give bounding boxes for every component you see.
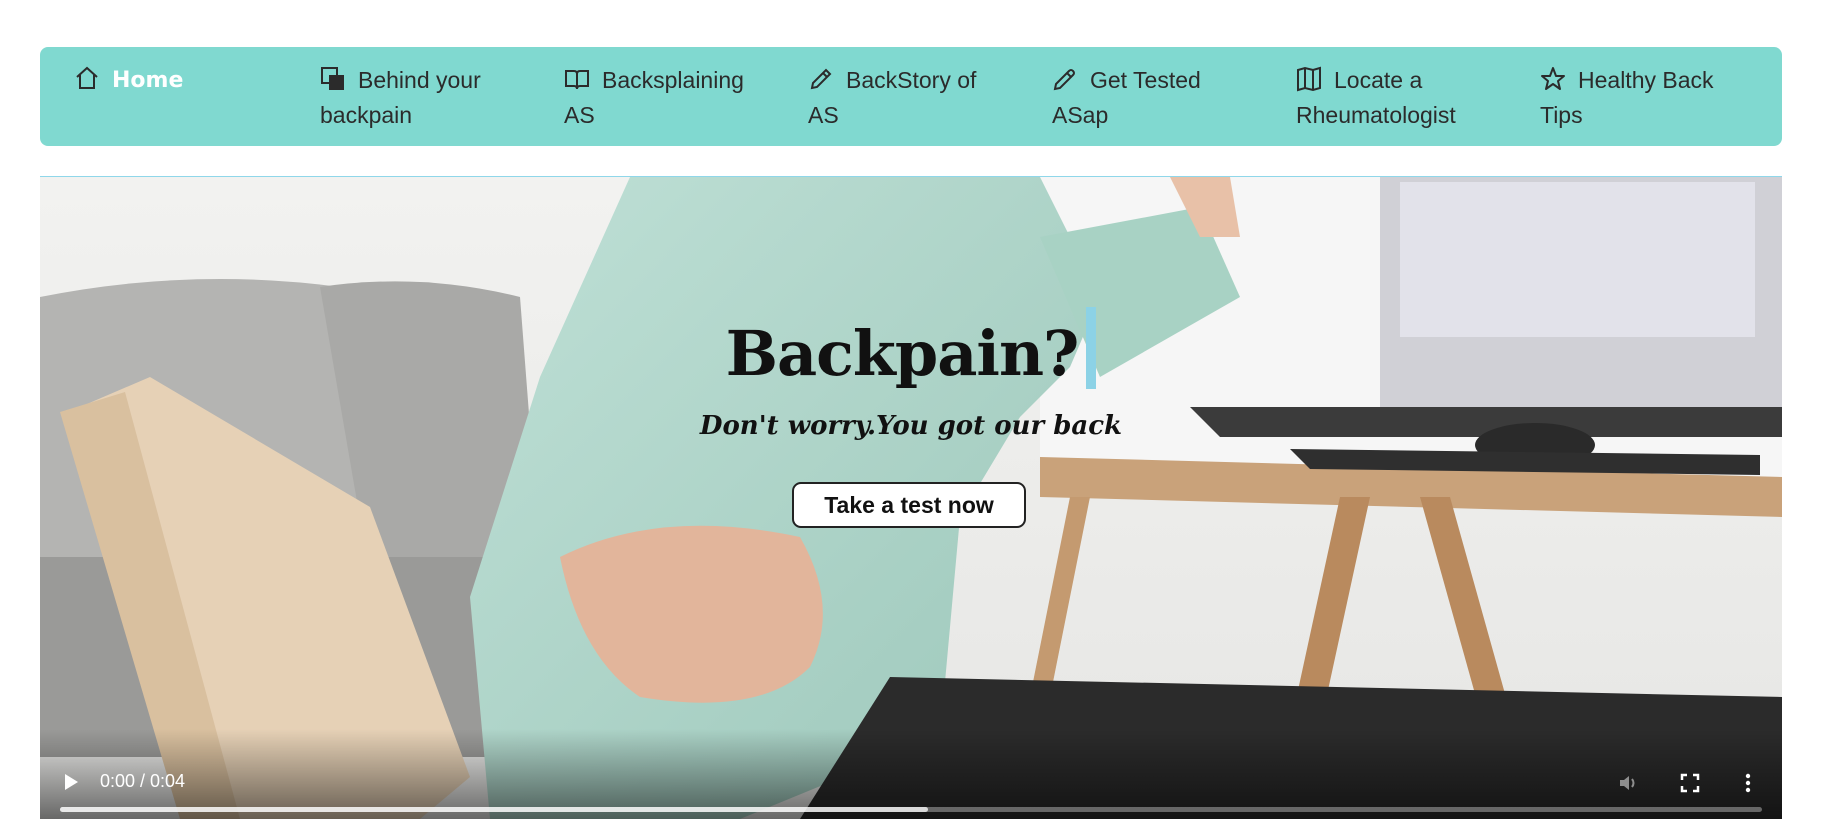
pen-icon [1052, 66, 1078, 92]
hero-title: Backpain? [40, 307, 1782, 390]
nav-item-get-tested-asap[interactable]: Get Tested ASap [1052, 63, 1252, 133]
mute-icon[interactable] [1618, 773, 1640, 798]
time-display: 0:00 / 0:04 [100, 771, 186, 791]
nav-item-backsplaining-as[interactable]: Backsplaining AS [564, 63, 764, 133]
nav-item-label: Healthy Back Tips [1540, 67, 1714, 128]
video-controls: 0:00 / 0:04 [40, 729, 1782, 819]
nav-item-home[interactable]: Home [74, 63, 274, 98]
hero-subtitle: Don't worry.You got our back [699, 411, 1123, 441]
nav-item-locate-a-rheumatologist[interactable]: Locate a Rheumatologist [1296, 63, 1496, 133]
home-icon [74, 65, 100, 91]
star-icon [1540, 66, 1566, 92]
video-progress-bar[interactable] [60, 807, 1762, 812]
open-book-icon [564, 66, 590, 92]
nav-item-label: Backsplaining AS [564, 67, 744, 128]
pencil-icon [808, 66, 834, 92]
hero-video[interactable]: Backpain? Don't worry.You got our back T… [40, 176, 1782, 819]
fullscreen-icon[interactable] [1680, 773, 1700, 798]
map-icon [1296, 66, 1322, 92]
hero-title-text: Backpain? [725, 317, 1080, 390]
nav-item-healthy-back-tips[interactable]: Healthy Back Tips [1540, 63, 1740, 133]
more-options-icon[interactable] [1744, 773, 1752, 798]
nav-item-label: Home [112, 68, 184, 93]
video-progress-fill [60, 807, 929, 812]
nav-item-backstory-of-as[interactable]: BackStory of AS [808, 63, 1008, 133]
stacked-squares-icon [320, 66, 346, 92]
text-caret [1086, 307, 1097, 389]
main-navbar: Home Behind your backpain Backsplaining … [40, 47, 1782, 146]
nav-item-behind-your-backpain[interactable]: Behind your backpain [320, 63, 520, 133]
take-test-button[interactable]: Take a test now [792, 482, 1026, 528]
play-icon[interactable] [62, 772, 80, 797]
